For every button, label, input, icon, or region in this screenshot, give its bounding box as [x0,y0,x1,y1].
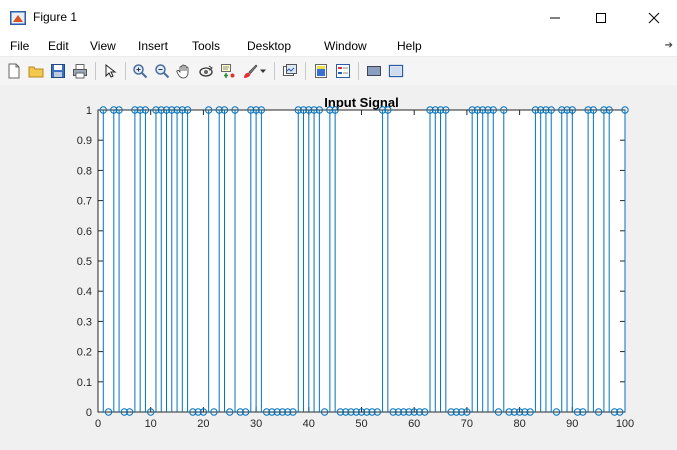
save-icon [51,64,65,78]
menu-file[interactable]: File [10,39,29,53]
x-tick-label: 0 [95,418,101,430]
menu-view[interactable]: View [90,39,116,53]
brush-button[interactable] [240,61,260,81]
x-tick-label: 20 [197,418,209,430]
data-cursor-button[interactable] [218,61,238,81]
toolbar-separator [358,62,359,80]
x-tick-label: 90 [566,418,578,430]
zoom-out-button[interactable] [152,61,172,81]
data-cursor-icon [221,64,235,78]
close-icon [648,12,660,24]
menu-bar: File Edit View Insert Tools Desktop Wind… [0,36,677,56]
toolbar-separator [95,62,96,80]
zoom-out-icon [155,64,170,79]
x-tick-label: 10 [145,418,157,430]
menu-edit[interactable]: Edit [48,39,69,53]
brush-dropdown-icon [260,69,266,73]
show-plot-tools-button[interactable] [386,61,406,81]
zoom-in-icon [133,64,148,79]
hide-plot-tools-icon [367,66,381,76]
y-tick-label: 0.1 [77,377,92,389]
x-tick-label: 70 [461,418,473,430]
matlab-figure-icon [10,11,26,25]
colorbar-button[interactable] [311,61,331,81]
window-titlebar: Figure 1 [0,0,677,36]
y-tick-label: 0.9 [77,135,92,147]
toolbar-separator [305,62,306,80]
minimize-button[interactable] [532,0,578,36]
show-plot-tools-icon [388,64,404,78]
x-tick-label: 30 [250,418,262,430]
menu-tools[interactable]: Tools [192,39,220,53]
menu-overflow-arrow-icon[interactable]: ➔ [665,40,673,51]
menu-window[interactable]: Window [324,39,367,53]
menu-help[interactable]: Help [397,39,422,53]
close-button[interactable] [631,0,677,36]
window-title: Figure 1 [33,10,78,24]
pan-button[interactable] [174,61,194,81]
y-tick-label: 0.3 [77,316,92,328]
new-figure-icon [8,63,20,79]
colorbar-icon [315,64,327,78]
pointer-icon [105,63,117,78]
chart-title: Input Signal [324,95,398,110]
link-plot-icon [283,64,297,76]
x-tick-label: 50 [355,418,367,430]
y-tick-label: 1 [86,105,92,117]
rotate-3d-button[interactable] [196,61,216,81]
y-tick-label: 0 [86,407,92,419]
x-tick-label: 60 [408,418,420,430]
pointer-button[interactable] [100,61,120,81]
open-file-icon [28,66,44,78]
y-tick-label: 0.7 [77,196,92,208]
save-button[interactable] [48,61,68,81]
hide-plot-tools-button[interactable] [364,61,384,81]
maximize-icon [596,13,606,23]
print-icon [73,64,87,79]
brush-dropdown-button[interactable] [258,61,268,81]
x-tick-label: 80 [513,418,525,430]
menu-insert[interactable]: Insert [138,39,168,53]
print-button[interactable] [70,61,90,81]
new-figure-button[interactable] [4,61,24,81]
y-tick-label: 0.5 [77,256,92,268]
link-plot-button[interactable] [280,61,300,81]
y-tick-label: 0.8 [77,165,92,177]
minimize-icon [550,17,560,19]
x-tick-label: 40 [303,418,315,430]
legend-button[interactable] [333,61,353,81]
figure-toolbar [0,56,677,86]
legend-icon [336,64,350,78]
open-file-button[interactable] [26,61,46,81]
pan-icon [176,64,189,79]
y-tick-label: 0.6 [77,226,92,238]
x-tick-label: 100 [616,418,634,430]
stem-plot[interactable]: Input Signal 0 10 20 30 40 50 60 70 80 90 100 0 0.1 0… [0,85,677,450]
zoom-in-button[interactable] [130,61,150,81]
brush-icon [244,64,258,78]
rotate-3d-icon [199,65,213,77]
y-tick-label: 0.2 [77,347,92,359]
toolbar-separator [274,62,275,80]
menu-desktop[interactable]: Desktop [247,39,291,53]
y-tick-label: 0.4 [77,286,92,298]
toolbar-separator [125,62,126,80]
maximize-button[interactable] [578,0,624,36]
